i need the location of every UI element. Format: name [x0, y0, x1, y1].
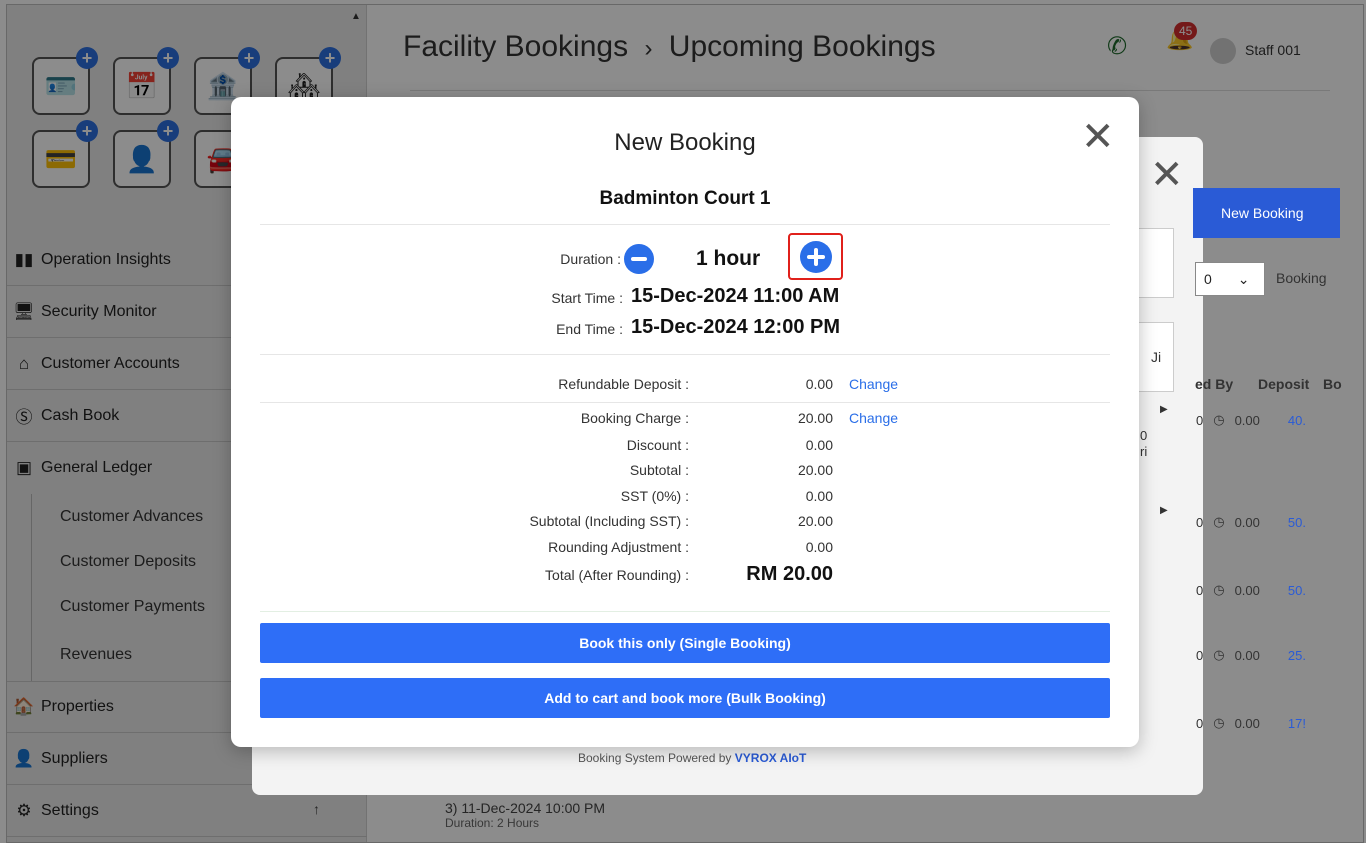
search-input[interactable]: [1138, 228, 1174, 298]
charge-value: 20.00: [797, 513, 833, 529]
cell-amount-link[interactable]: 40.: [1288, 413, 1306, 428]
powered-by-footer: Booking System Powered by VYROX AIoT: [578, 751, 806, 765]
sst-row: SST (0%) : 0.00: [231, 488, 1139, 508]
charge-label: Discount :: [626, 437, 689, 453]
increase-duration-button[interactable]: [799, 240, 832, 273]
calendar-cell: 0 ri: [1140, 428, 1147, 460]
divider: [260, 611, 1110, 612]
bulk-booking-button[interactable]: Add to cart and book more (Bulk Booking): [260, 678, 1110, 718]
duration-row: Duration : 1 hour: [231, 233, 1139, 280]
decrease-duration-button[interactable]: [624, 244, 654, 274]
end-time-row: End Time : 15-Dec-2024 12:00 PM: [231, 316, 1139, 342]
cell-amount-link[interactable]: 25.: [1288, 648, 1306, 663]
charge-value: 20.00: [797, 462, 833, 478]
charge-value: 0.00: [805, 488, 833, 504]
select-value: 0: [1204, 271, 1212, 287]
calendar-tab[interactable]: Ji: [1138, 322, 1174, 392]
cell-deposit: 0.00: [1234, 582, 1260, 598]
bookings-modal-close-icon[interactable]: ✕: [1150, 152, 1184, 198]
table-row: 0 ◷ 0.00 50.: [1196, 514, 1306, 530]
charge-label: SST (0%) :: [620, 488, 689, 504]
cell-deposit: 0.00: [1234, 647, 1260, 663]
cell-booked-by: 0: [1196, 715, 1204, 731]
cell-amount-link[interactable]: 50.: [1288, 583, 1306, 598]
booking-charge-row: Booking Charge : 20.00 Change: [231, 410, 1139, 430]
column-header-deposit: Deposit: [1258, 376, 1310, 392]
calendar-cell-line: 0: [1140, 428, 1148, 443]
total-label: Total (After Rounding) :: [545, 567, 689, 583]
clock-icon: ◷: [1213, 412, 1225, 427]
start-time-value: 15-Dec-2024 11:00 AM: [631, 285, 840, 307]
facility-name: Badminton Court 1: [599, 188, 771, 209]
end-time-label: End Time :: [556, 321, 623, 337]
deposit-row: Refundable Deposit : 0.00 Change: [231, 376, 1139, 396]
charge-value: 0.00: [805, 437, 833, 453]
charge-label: Rounding Adjustment :: [548, 539, 689, 555]
total-value: RM 20.00: [746, 563, 833, 585]
clock-icon: ◷: [1213, 582, 1225, 597]
subtotal-including-sst-row: Subtotal (Including SST) : 20.00: [231, 513, 1139, 533]
deposit-value: 0.00: [805, 376, 833, 392]
discount-row: Discount : 0.00: [231, 437, 1139, 457]
charge-label: Booking Charge :: [580, 410, 689, 426]
calendar-cell-line: ri: [1140, 444, 1148, 459]
charge-value: 0.00: [805, 539, 833, 555]
cell-booked-by: 0: [1196, 412, 1204, 428]
start-time-row: Start Time : 15-Dec-2024 11:00 AM: [231, 285, 1139, 311]
cell-deposit: 0.00: [1234, 715, 1260, 731]
new-booking-modal: New Booking ✕ Badminton Court 1 Duration…: [231, 97, 1139, 747]
modal-title: New Booking: [614, 129, 756, 156]
cell-booked-by: 0: [1196, 514, 1204, 530]
booking-select-label: Booking: [1276, 270, 1327, 286]
cell-booked-by: 0: [1196, 647, 1204, 663]
new-booking-button[interactable]: New Booking: [1193, 188, 1340, 238]
clock-icon: ◷: [1213, 647, 1225, 662]
table-row: 0 ◷ 0.00 50.: [1196, 582, 1306, 598]
change-booking-charge-link[interactable]: Change: [849, 410, 898, 426]
cell-amount-link[interactable]: 50.: [1288, 515, 1306, 530]
start-time-label: Start Time :: [551, 290, 623, 306]
cell-amount-link[interactable]: 17!: [1288, 716, 1306, 731]
count-select[interactable]: 0 ⌄: [1195, 262, 1265, 296]
divider: [260, 354, 1110, 355]
footer-brand-link[interactable]: VYROX AIoT: [735, 751, 807, 765]
close-icon[interactable]: ✕: [1081, 117, 1115, 157]
column-header-booking: Bo: [1323, 376, 1342, 392]
column-header-booked-by: ed By: [1195, 376, 1234, 392]
charge-label: Subtotal :: [629, 462, 689, 478]
highlight-box: [788, 233, 843, 280]
chevron-down-icon: ⌄: [1237, 270, 1250, 287]
divider: [260, 224, 1110, 225]
rounding-adjustment-row: Rounding Adjustment : 0.00: [231, 539, 1139, 559]
cell-deposit: 0.00: [1234, 412, 1260, 428]
cell-booked-by: 0: [1196, 582, 1204, 598]
divider: [260, 402, 1110, 403]
scroll-right-icon[interactable]: ▶: [1160, 404, 1168, 415]
cell-deposit: 0.00: [1234, 514, 1260, 530]
total-row: Total (After Rounding) : RM 20.00: [231, 563, 1139, 587]
table-row: 0 ◷ 0.00 17!: [1196, 715, 1306, 731]
subtotal-row: Subtotal : 20.00: [231, 462, 1139, 482]
charge-label: Subtotal (Including SST) :: [529, 513, 689, 529]
end-time-value: 15-Dec-2024 12:00 PM: [631, 316, 841, 338]
table-row: 0 ◷ 0.00 25.: [1196, 647, 1306, 663]
duration-label: Duration :: [560, 251, 621, 267]
table-row: 0 ◷ 0.00 40.: [1196, 412, 1306, 428]
clock-icon: ◷: [1213, 715, 1225, 730]
deposit-label: Refundable Deposit :: [558, 376, 689, 392]
scroll-right-icon[interactable]: ▶: [1160, 505, 1168, 516]
duration-value: 1 hour: [696, 247, 761, 270]
single-booking-button[interactable]: Book this only (Single Booking): [260, 623, 1110, 663]
charge-value: 20.00: [797, 410, 833, 426]
clock-icon: ◷: [1213, 514, 1225, 529]
footer-text: Booking System Powered by: [578, 751, 732, 765]
change-deposit-link[interactable]: Change: [849, 376, 898, 392]
minus-icon: [631, 257, 647, 261]
